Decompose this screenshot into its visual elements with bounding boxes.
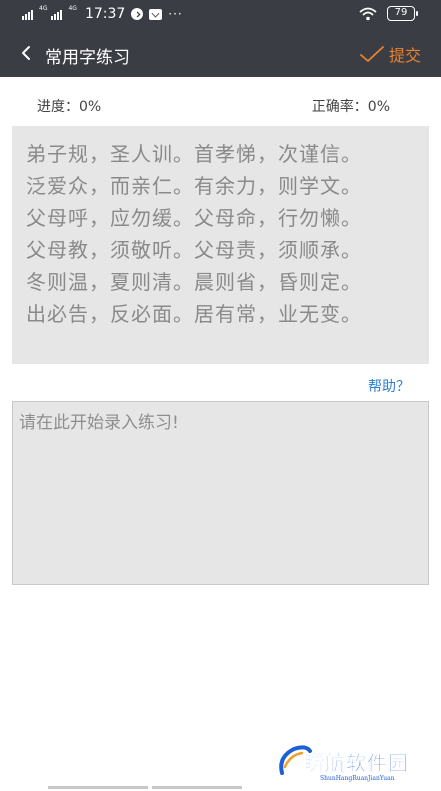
signal-icon: [22, 8, 33, 20]
status-right: 79: [359, 6, 418, 21]
practice-line: 父母呼，应勿缓。父母命，行勿懒。: [26, 206, 362, 230]
accuracy-label: 正确率：0%: [311, 99, 390, 115]
progress-label: 进度：0%: [37, 99, 102, 115]
battery-icon: 79: [387, 6, 418, 21]
watermark-logo: 瞬航软件园 ShunHangRuanJianYuan: [276, 739, 416, 789]
bottom-handle: [152, 786, 242, 789]
watermark-text: 瞬航软件园: [304, 751, 409, 775]
practice-text-panel: 弟子规，圣人训。首孝悌，次谨信。 泛爱众，而亲仁。有余力，则学文。 父母呼，应勿…: [12, 126, 429, 364]
page-title: 常用字练习: [45, 48, 130, 68]
check-circle-icon: [131, 8, 144, 20]
practice-line: 泛爱众，而亲仁。有余力，则学文。: [26, 174, 362, 198]
status-left: 4G 4G 17:37 ···: [22, 4, 183, 22]
submit-button[interactable]: 提交: [359, 42, 421, 66]
bottom-handle: [48, 786, 148, 789]
signal-label: 4G: [68, 4, 77, 12]
practice-line: 父母教，须敬听。父母责，须顺承。: [26, 238, 362, 262]
practice-line: 冬则温，夏则清。晨则省，昏则定。: [26, 270, 362, 294]
status-time: 17:37: [84, 6, 126, 22]
checkmark-icon: [360, 46, 384, 62]
wifi-icon: [359, 7, 377, 20]
practice-line: 弟子规，圣人训。首孝悌，次谨信。: [26, 142, 362, 166]
signal-icon: [51, 8, 63, 20]
app-bar: 常用字练习 提交: [0, 30, 441, 77]
signal-label: 4G: [39, 4, 48, 12]
status-bar: 4G 4G 17:37 ··· 79: [0, 0, 441, 30]
back-arrow-icon[interactable]: [18, 44, 34, 62]
stats-row: 进度：0% 正确率：0%: [0, 96, 441, 116]
help-link[interactable]: 帮助？: [368, 376, 410, 396]
more-notifications: ···: [168, 7, 183, 21]
practice-input[interactable]: [12, 401, 429, 585]
submit-label: 提交: [388, 46, 421, 65]
watermark-subtext: ShunHangRuanJianYuan: [320, 775, 395, 782]
practice-line: 出必告，反必面。居有常，业无变。: [26, 302, 362, 326]
mail-icon: [149, 8, 163, 20]
